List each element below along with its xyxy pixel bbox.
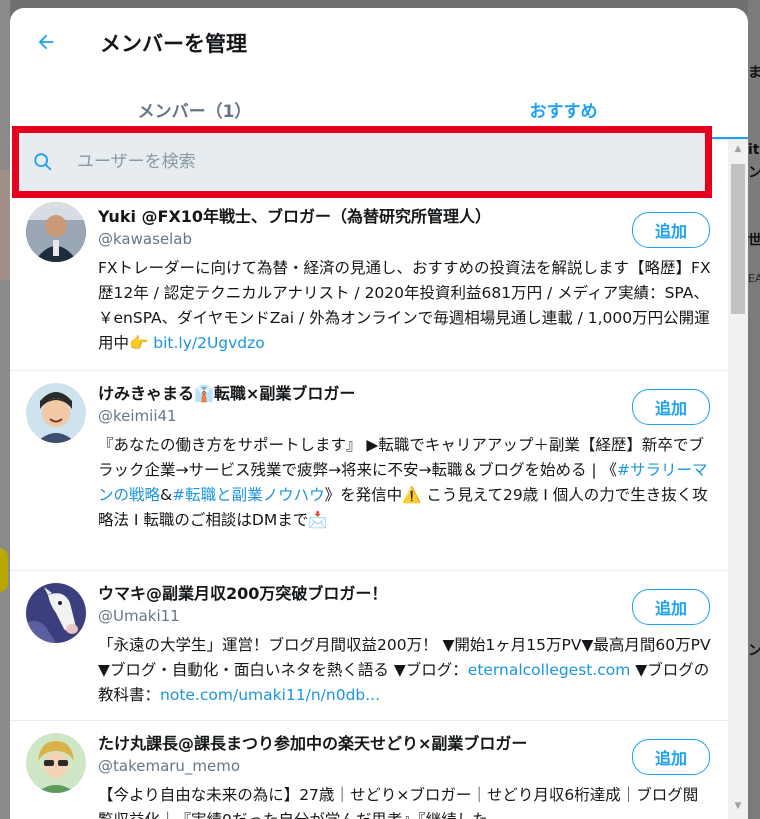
add-button[interactable]: 追加 [632,212,710,248]
user-handle[interactable]: @Umaki11 [98,605,618,627]
user-name-block: たけ丸課長@課長まつり参加中の楽天せどり×副業ブロガー @takemaru_me… [98,733,618,777]
background-yellow-badge [0,548,8,592]
bio-text: 『あなたの働き方をサポートします』 ▶転職でキャリアアップ＋副業【経歴】新卒でブ… [98,436,704,479]
user-row[interactable]: けみきゃまる👔転職×副業ブロガー @keimii41 追加 『あなたの働き方をサ… [10,371,728,571]
tab-members[interactable]: メンバー（1） [10,78,379,140]
background-right-text: ン [748,165,760,181]
user-row-head: Yuki @FX10年戦士、ブロガー（為替研究所管理人） @kawaselab … [98,206,728,250]
user-name[interactable]: Yuki @FX10年戦士、ブロガー（為替研究所管理人） [98,206,618,228]
user-name-block: けみきゃまる👔転職×副業ブロガー @keimii41 [98,383,618,427]
add-button[interactable]: 追加 [632,589,710,625]
arrow-left-icon [38,34,54,50]
user-row-head: たけ丸課長@課長まつり参加中の楽天せどり×副業ブロガー @takemaru_me… [98,733,728,777]
tab-bar: メンバー（1） おすすめ [10,78,748,140]
manage-members-modal: メンバーを管理 メンバー（1） おすすめ ユーザーを検索 Yuki @FX10年… [10,8,748,819]
background-left-edge [0,0,10,819]
avatar [26,583,86,643]
background-right-text: ン [748,643,760,659]
add-button[interactable]: 追加 [632,389,710,425]
search-icon [23,151,63,173]
avatar [26,202,86,262]
background-right-text: it [748,142,760,158]
user-name-block: ウマキ@副業月収200万突破ブロガー！ @Umaki11 [98,583,618,627]
background-right-text: ま [748,65,760,81]
user-bio: 【今より自由な未来の為に】27歳｜せどり×ブロガー｜せどり月収6桁達成｜ブログ閲… [98,786,699,819]
search-input[interactable] [75,151,679,173]
modal-title: メンバーを管理 [100,32,247,56]
user-name[interactable]: たけ丸課長@課長まつり参加中の楽天せどり×副業ブロガー [98,733,618,755]
modal-header: メンバーを管理 [10,8,748,78]
bio-link[interactable]: bit.ly/2Ugvdzo [153,334,265,352]
hashtag-link[interactable]: #転職と副業ノウハウ [172,486,325,504]
background-right-text: EA [748,272,760,285]
bio-link[interactable]: eternalcollegest.com [468,661,631,679]
user-row[interactable]: Yuki @FX10年戦士、ブロガー（為替研究所管理人） @kawaselab … [10,198,728,371]
user-name[interactable]: ウマキ@副業月収200万突破ブロガー！ [98,583,618,605]
background-left-photo [0,170,10,280]
scrollbar[interactable]: ▲ ▼ [728,140,748,819]
tab-suggested[interactable]: おすすめ [379,78,748,140]
user-bio: FXトレーダーに向けて為替・経済の見通し、おすすめの投資法を解説します【略歴】F… [98,256,728,356]
bio-link[interactable]: note.com/umaki11/n/n0db... [160,686,380,704]
user-handle[interactable]: @takemaru_memo [98,755,618,777]
add-button[interactable]: 追加 [632,739,710,775]
user-list: Yuki @FX10年戦士、ブロガー（為替研究所管理人） @kawaselab … [10,198,728,819]
user-row-head: けみきゃまる👔転職×副業ブロガー @keimii41 追加 [98,383,728,427]
avatar [26,383,86,443]
background-right-edge [748,0,760,819]
user-row[interactable]: たけ丸課長@課長まつり参加中の楽天せどり×副業ブロガー @takemaru_me… [10,721,728,819]
search-bar [19,133,705,191]
user-row[interactable]: ウマキ@副業月収200万突破ブロガー！ @Umaki11 追加 「永遠の大学生」… [10,571,728,721]
user-bio: 「永遠の大学生」運営！ブログ月間収益200万！ ▼開始1ヶ月15万PV▼最高月間… [98,633,728,708]
user-name[interactable]: けみきゃまる👔転職×副業ブロガー [98,383,618,405]
back-button[interactable] [26,22,66,62]
user-bio: 『あなたの働き方をサポートします』 ▶転職でキャリアアップ＋副業【経歴】新卒でブ… [98,433,728,533]
avatar [26,733,86,793]
bio-text: & [160,486,173,504]
background-right-text: 世界 [748,233,760,249]
user-handle[interactable]: @keimii41 [98,405,618,427]
user-name-block: Yuki @FX10年戦士、ブロガー（為替研究所管理人） @kawaselab [98,206,618,250]
scroll-down-arrow-icon[interactable]: ▼ [728,801,748,815]
scrollbar-thumb[interactable] [731,164,745,314]
user-row-head: ウマキ@副業月収200万突破ブロガー！ @Umaki11 追加 [98,583,728,627]
scroll-up-arrow-icon[interactable]: ▲ [728,144,748,158]
user-handle[interactable]: @kawaselab [98,228,618,250]
